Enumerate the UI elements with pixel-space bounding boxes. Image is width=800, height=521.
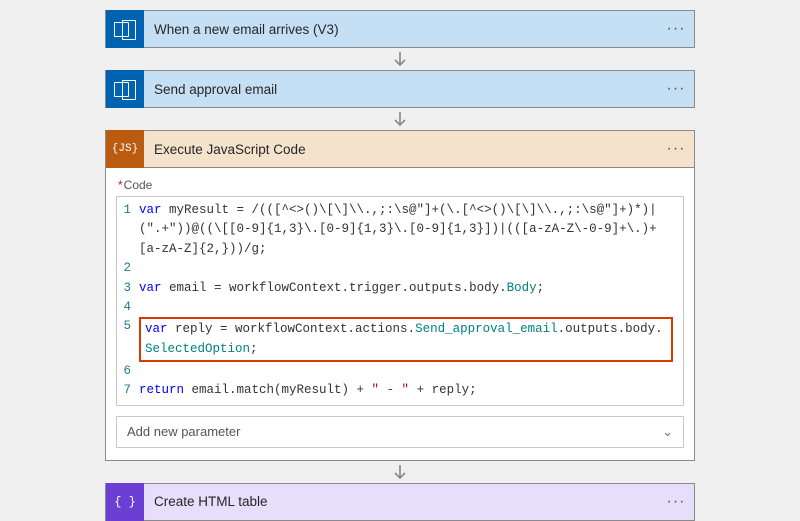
step-send-approval[interactable]: Send approval email ···	[105, 70, 695, 108]
step-menu-button[interactable]: ···	[658, 131, 694, 167]
step-title: When a new email arrives (V3)	[144, 22, 658, 37]
add-parameter-label: Add new parameter	[127, 424, 240, 439]
flow-arrow-icon	[0, 48, 800, 70]
highlighted-code-line: 5var reply = workflowContext.actions.Sen…	[117, 317, 677, 362]
data-operations-icon: { }	[106, 483, 144, 521]
step-menu-button[interactable]: ···	[658, 11, 694, 47]
js-code-panel: *Code 1var myResult = /(([^<>()\[\]\\.,;…	[105, 168, 695, 461]
outlook-icon	[106, 10, 144, 48]
step-title: Create HTML table	[144, 494, 658, 509]
step-email-trigger[interactable]: When a new email arrives (V3) ···	[105, 10, 695, 48]
code-editor[interactable]: 1var myResult = /(([^<>()\[\]\\.,;:\s@"]…	[116, 196, 684, 406]
step-menu-button[interactable]: ···	[658, 484, 694, 520]
step-execute-js[interactable]: {JS} Execute JavaScript Code ···	[105, 130, 695, 168]
outlook-icon	[106, 70, 144, 108]
code-field-label: *Code	[118, 178, 684, 192]
step-title: Send approval email	[144, 82, 658, 97]
flow-arrow-icon	[0, 461, 800, 483]
chevron-down-icon: ⌄	[662, 424, 673, 440]
add-parameter-dropdown[interactable]: Add new parameter ⌄	[116, 416, 684, 448]
step-menu-button[interactable]: ···	[658, 71, 694, 107]
step-title: Execute JavaScript Code	[144, 142, 658, 157]
flow-arrow-icon	[0, 108, 800, 130]
step-create-html-table[interactable]: { } Create HTML table ···	[105, 483, 695, 521]
js-icon: {JS}	[106, 130, 144, 168]
